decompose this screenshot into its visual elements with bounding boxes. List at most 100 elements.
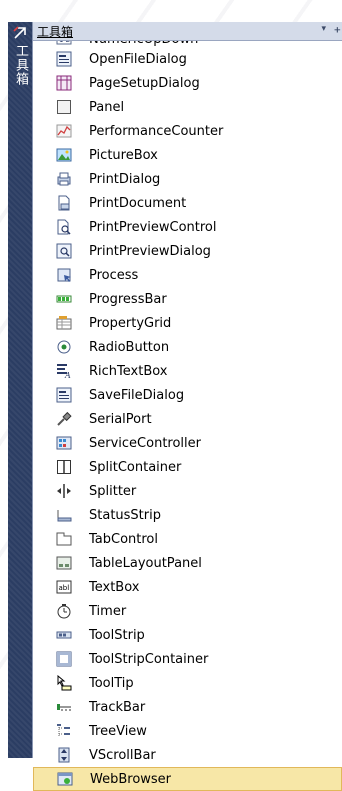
toolbox-item-tool-strip-container[interactable]: ToolStripContainer	[33, 647, 342, 671]
chevron-down-icon[interactable]: ▾	[321, 24, 326, 34]
toolbox-item-open-file-dialog[interactable]: OpenFileDialog	[33, 47, 342, 71]
print-document-icon	[56, 195, 72, 211]
toolbox-item-label: Timer	[89, 603, 127, 619]
toolbox-item-property-grid[interactable]: PropertyGrid	[33, 311, 342, 335]
toolbox-item-print-preview-dialog[interactable]: PrintPreviewDialog	[33, 239, 342, 263]
serial-port-icon	[56, 411, 72, 427]
toolbox-item-label: TabControl	[89, 531, 158, 547]
toolbox-item-timer[interactable]: Timer	[33, 599, 342, 623]
pin-icon	[12, 25, 28, 41]
picturebox-icon	[56, 147, 72, 163]
performance-counter-icon	[56, 123, 72, 139]
toolbox-item-page-setup-dialog[interactable]: PageSetupDialog	[33, 71, 342, 95]
svg-text:abl: abl	[59, 584, 70, 592]
toolstrip-icon	[56, 627, 72, 643]
toolbox-item-label: PageSetupDialog	[89, 75, 200, 91]
property-grid-icon	[56, 315, 72, 331]
toolbox-item-label: ToolStrip	[89, 627, 145, 643]
toolbox-item-label: RadioButton	[89, 339, 170, 355]
toolbox-item-label: ServiceController	[89, 435, 201, 451]
toolbox-item-print-preview-control[interactable]: PrintPreviewControl	[33, 215, 342, 239]
toolbox-title: 工具箱	[37, 24, 74, 39]
toolbox-item-label: StatusStrip	[89, 507, 161, 523]
textbox-icon: abl	[56, 579, 72, 595]
tab-control-icon	[56, 531, 72, 547]
print-preview-dialog-icon	[56, 243, 72, 259]
toolbox-item-save-file-dialog[interactable]: SaveFileDialog	[33, 383, 342, 407]
toolbox-item-label: ToolStripContainer	[89, 651, 209, 667]
toolbox-item-label: OpenFileDialog	[89, 51, 187, 67]
toolbox-item-picture-box[interactable]: PictureBox	[33, 143, 342, 167]
toolbox-item-text-box[interactable]: abl TextBox	[33, 575, 342, 599]
print-preview-control-icon	[56, 219, 72, 235]
toolbox-item-label: SerialPort	[89, 411, 152, 427]
toolbox-item-label: PrintDocument	[89, 195, 187, 211]
toolbox-item-split-container[interactable]: SplitContainer	[33, 455, 342, 479]
toolbox-item-label: VScrollBar	[89, 747, 156, 763]
radio-button-icon	[56, 339, 72, 355]
side-tab-label: 工具箱	[13, 44, 28, 86]
toolbox-item-progress-bar[interactable]: ProgressBar	[33, 287, 342, 311]
toolbox-item-list: 1 2 NumericUpDown OpenFileDialog PageSetupD…	[33, 41, 342, 791]
toolbox-item-print-document[interactable]: PrintDocument	[33, 191, 342, 215]
toolbox-item-tool-strip[interactable]: ToolStrip	[33, 623, 342, 647]
toolbox-item-web-browser[interactable]: WebBrowser	[33, 767, 342, 791]
toolbox-item-tree-view[interactable]: TreeView	[33, 719, 342, 743]
svg-text:A: A	[64, 371, 71, 379]
toolbox-item-label: PictureBox	[89, 147, 158, 163]
toolbox-item-tool-tip[interactable]: ToolTip	[33, 671, 342, 695]
toolbox-side-tab[interactable]: 工具箱	[8, 22, 32, 758]
toolbox-item-radio-button[interactable]: RadioButton	[33, 335, 342, 359]
web-browser-icon	[57, 771, 73, 787]
toolbox-item-status-strip[interactable]: StatusStrip	[33, 503, 342, 527]
toolbox-item-rich-text-box[interactable]: A RichTextBox	[33, 359, 342, 383]
save-file-dialog-icon	[56, 387, 72, 403]
toolbox-item-track-bar[interactable]: TrackBar	[33, 695, 342, 719]
toolbox-panel: 工具箱 ▾ ᚐ 1 2 NumericUpDown OpenFileDialog Pa…	[32, 22, 342, 791]
status-strip-icon	[56, 507, 72, 523]
page-setup-dialog-icon	[56, 75, 72, 91]
toolbox-window: 工具箱 工具箱 ▾ ᚐ 1 2 NumericUpDown OpenFileDial…	[8, 22, 342, 791]
split-container-icon	[56, 459, 72, 475]
toolbox-item-label: PerformanceCounter	[89, 123, 224, 139]
toolbox-item-label: SplitContainer	[89, 459, 182, 475]
toolbox-item-label: PrintPreviewControl	[89, 219, 217, 235]
toolbox-item-label: PrintDialog	[89, 171, 161, 187]
numeric-updown-icon: 1 2	[56, 41, 72, 47]
toolbox-item-label: Splitter	[89, 483, 137, 499]
toolbox-item-label: PrintPreviewDialog	[89, 243, 211, 259]
toolbox-item-table-layout-panel[interactable]: TableLayoutPanel	[33, 551, 342, 575]
trackbar-icon	[56, 699, 72, 715]
toolbox-item-label: TableLayoutPanel	[89, 555, 202, 571]
toolbox-item-splitter[interactable]: Splitter	[33, 479, 342, 503]
panel-icon	[56, 99, 72, 115]
toolstrip-container-icon	[56, 651, 72, 667]
toolbox-item-process[interactable]: Process	[33, 263, 342, 287]
auto-hide-pin-icon[interactable]: ᚐ	[335, 23, 340, 36]
toolbox-item-print-dialog[interactable]: PrintDialog	[33, 167, 342, 191]
toolbox-item-label: PropertyGrid	[89, 315, 172, 331]
splitter-icon	[56, 483, 72, 499]
toolbox-item-vscroll-bar[interactable]: VScrollBar	[33, 743, 342, 767]
vscrollbar-icon	[56, 747, 72, 763]
toolbox-item-service-controller[interactable]: ServiceController	[33, 431, 342, 455]
toolbox-item-tab-control[interactable]: TabControl	[33, 527, 342, 551]
toolbox-item-label: TreeView	[89, 723, 147, 739]
progressbar-icon	[56, 291, 72, 307]
toolbox-item-label: Process	[89, 267, 139, 283]
toolbox-item-label: SaveFileDialog	[89, 387, 185, 403]
table-layout-panel-icon	[56, 555, 72, 571]
service-controller-icon	[56, 435, 72, 451]
toolbox-item-label: ToolTip	[89, 675, 134, 691]
toolbox-item-label: TrackBar	[89, 699, 146, 715]
svg-text:1 2: 1 2	[59, 41, 70, 44]
process-icon	[56, 267, 72, 283]
toolbox-item-serial-port[interactable]: SerialPort	[33, 407, 342, 431]
toolbox-item-performance-counter[interactable]: PerformanceCounter	[33, 119, 342, 143]
print-dialog-icon	[56, 171, 72, 187]
open-file-dialog-icon	[56, 51, 72, 67]
toolbox-item-label: NumericUpDown	[89, 41, 198, 47]
toolbox-item-panel[interactable]: Panel	[33, 95, 342, 119]
toolbox-item-label: RichTextBox	[89, 363, 168, 379]
treeview-icon	[56, 723, 72, 739]
